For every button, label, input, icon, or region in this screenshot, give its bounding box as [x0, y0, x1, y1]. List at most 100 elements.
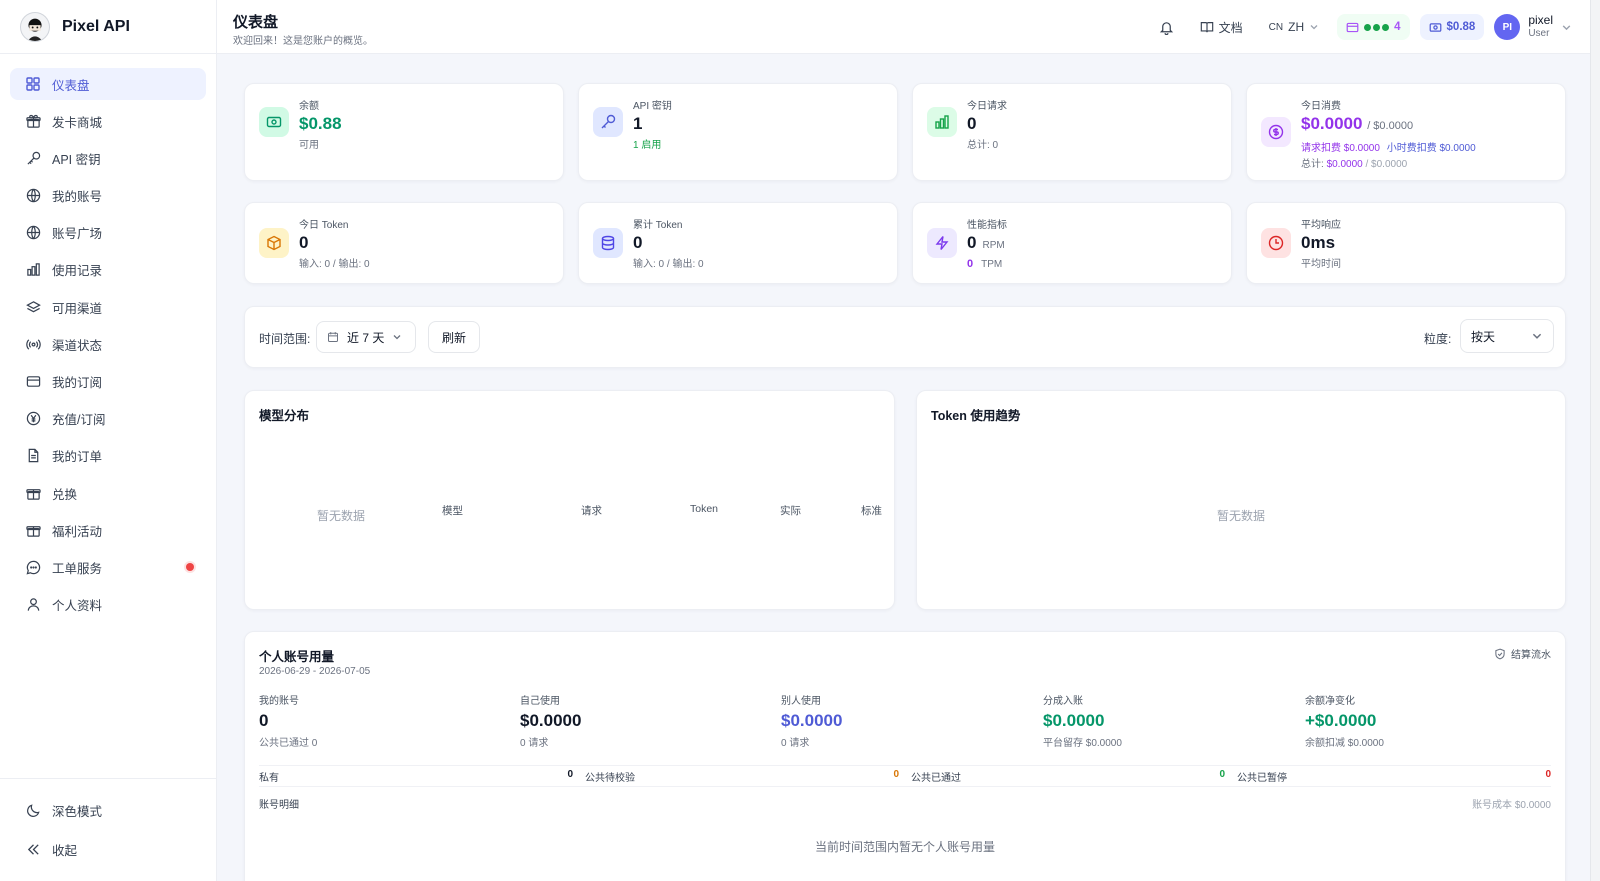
money-icon [259, 107, 289, 137]
token-trend-card: Token 使用趋势 暂无数据 [916, 390, 1566, 610]
granularity-select[interactable]: 按天 [1460, 319, 1554, 353]
collapse-sidebar-button[interactable]: 收起 [10, 832, 206, 866]
box-icon [259, 228, 289, 258]
metric-value: $0.0000 [520, 711, 582, 730]
bell-icon [1159, 20, 1174, 35]
book-icon [1200, 20, 1214, 34]
stat-value: 0 [967, 114, 977, 133]
today-cost-amount: $0.0000 [1301, 114, 1363, 133]
personal-usage-card: 个人账号用量 2026-06-29 - 2026-07-05 结算流水 我的账号… [244, 631, 1566, 881]
metric-label: 余额净变化 [1305, 696, 1355, 707]
gift-icon [24, 521, 42, 539]
user-icon [24, 596, 42, 614]
column-header: Token [690, 503, 719, 515]
avatar: PI [1494, 14, 1521, 40]
stat-label: 今日消费 [1301, 101, 1341, 112]
sidebar-item-label: 福利活动 [52, 524, 103, 539]
sidebar-item-label: 个人资料 [52, 599, 103, 614]
stat-value: 0ms [1301, 233, 1336, 252]
sidebar-item-my-accounts[interactable]: 我的账号 [10, 180, 206, 212]
account-cost: 账号成本 $0.0000 [1472, 800, 1551, 811]
stat-card-total-tokens: 累计 Token 0 输入: 0 / 输出: 0 [578, 202, 898, 284]
metric-sub: 公共已通过 0 [259, 738, 318, 749]
file-icon [24, 447, 42, 465]
stat-value: $0.88 [299, 114, 342, 133]
sidebar-item-api-keys[interactable]: API 密钥 [10, 142, 206, 174]
wallet-icon [1429, 21, 1442, 34]
scrollbar[interactable] [1590, 0, 1600, 881]
stat-card-today-requests: 今日请求 0 总计: 0 [912, 83, 1232, 181]
refresh-button[interactable]: 刷新 [428, 321, 480, 353]
total-suffix: / $0.0000 [1365, 159, 1408, 170]
language-selector[interactable]: CN ZH [1261, 12, 1327, 42]
sidebar-item-welfare[interactable]: 福利活动 [10, 514, 206, 546]
stat-sub: 1 启用 [633, 140, 662, 151]
settlement-link[interactable]: 结算流水 [1494, 646, 1551, 661]
sidebar-nav: 仪表盘 发卡商城 API 密钥 我的账号 账号广场 使用记录 可用渠道 渠道状态… [0, 54, 216, 621]
metric-sub: 0 请求 [781, 738, 810, 749]
empty-state: 暂无数据 [317, 509, 366, 523]
status-value: 0 [1219, 768, 1225, 780]
sidebar-item-tickets[interactable]: 工单服务 [10, 551, 206, 583]
metric-my-accounts: 我的账号 0 公共已通过 0 [259, 692, 317, 749]
stat-card-avg-response: 平均响应 0ms 平均时间 [1246, 202, 1566, 284]
balance-pill[interactable]: $0.88 [1419, 14, 1485, 40]
time-range-select[interactable]: 近 7 天 [316, 321, 416, 353]
notifications-button[interactable] [1151, 12, 1182, 42]
card-title: 模型分布 [259, 409, 310, 423]
topbar-actions: 文档 CN ZH 4 $0.88 PI pixel User [1151, 12, 1572, 42]
time-range-value: 近 7 天 [347, 330, 385, 345]
rpm-value: 0 [967, 233, 977, 252]
sidebar: Pixel API 仪表盘 发卡商城 API 密钥 我的账号 账号广场 使用记录 [0, 0, 217, 881]
sidebar-item-channel-status[interactable]: 渠道状态 [10, 328, 206, 360]
user-role: User [1528, 28, 1550, 39]
sidebar-item-profile[interactable]: 个人资料 [10, 589, 206, 621]
stat-label: API 密钥 [633, 101, 672, 112]
status-value: 0 [893, 768, 899, 780]
sidebar-item-label: 账号广场 [52, 227, 103, 242]
sidebar-item-account-square[interactable]: 账号广场 [10, 217, 206, 249]
docs-link[interactable]: 文档 [1192, 12, 1251, 42]
model-distribution-card: 模型分布 暂无数据 模型 请求 Token 实际 标准 [244, 390, 895, 610]
empty-state: 暂无数据 [1217, 509, 1266, 523]
metric-self-usage: 自己使用 $0.0000 0 请求 [520, 692, 581, 749]
sidebar-item-label: 充值/订阅 [52, 413, 106, 428]
stat-sub: 输入: 0 / 输出: 0 [633, 259, 704, 270]
sidebar-item-my-orders[interactable]: 我的订单 [10, 440, 206, 472]
stat-sub: 可用 [299, 140, 319, 151]
sidebar-item-available-channels[interactable]: 可用渠道 [10, 291, 206, 323]
sidebar-item-label: 可用渠道 [52, 301, 103, 316]
chevron-down-icon [1309, 22, 1319, 32]
stat-label: 性能指标 [967, 220, 1007, 231]
stat-value: 1 [633, 114, 643, 133]
key-icon [24, 149, 42, 167]
sidebar-item-card-shop[interactable]: 发卡商城 [10, 105, 206, 137]
status-indicator[interactable]: 4 [1337, 14, 1410, 40]
chevron-down-icon [1531, 330, 1543, 342]
dark-mode-toggle[interactable]: 深色模式 [10, 793, 206, 827]
tpm-value: 0 [967, 258, 974, 270]
metric-revenue-share: 分成入账 $0.0000 平台留存 $0.0000 [1043, 692, 1122, 749]
column-header: 请求 [581, 505, 602, 517]
user-menu[interactable]: PI pixel User [1494, 14, 1572, 40]
chevron-down-icon [1561, 22, 1572, 33]
page-title: 仪表盘 [233, 14, 279, 31]
sidebar-item-my-subscriptions[interactable]: 我的订阅 [10, 366, 206, 398]
chevron-down-icon [392, 332, 402, 342]
sidebar-item-redeem[interactable]: 兑换 [10, 477, 206, 509]
metric-label: 别人使用 [781, 696, 821, 707]
metric-value: +$0.0000 [1305, 711, 1377, 730]
status-dots [1364, 23, 1390, 31]
sidebar-item-usage-records[interactable]: 使用记录 [10, 254, 206, 286]
sidebar-item-dashboard[interactable]: 仪表盘 [10, 68, 206, 100]
filter-bar: 时间范围: 近 7 天 刷新 粒度: 按天 [244, 306, 1566, 368]
stat-value: 0 [633, 233, 643, 252]
brand-name: Pixel API [62, 17, 130, 35]
card-title: 个人账号用量 [259, 650, 335, 664]
sidebar-item-recharge[interactable]: 充值/订阅 [10, 403, 206, 435]
status-label: 公共待校验 [585, 772, 635, 784]
metric-sub: 平台留存 $0.0000 [1043, 738, 1122, 749]
signal-icon [24, 335, 42, 353]
brand[interactable]: Pixel API [0, 0, 216, 54]
status-value: 0 [1545, 768, 1551, 780]
